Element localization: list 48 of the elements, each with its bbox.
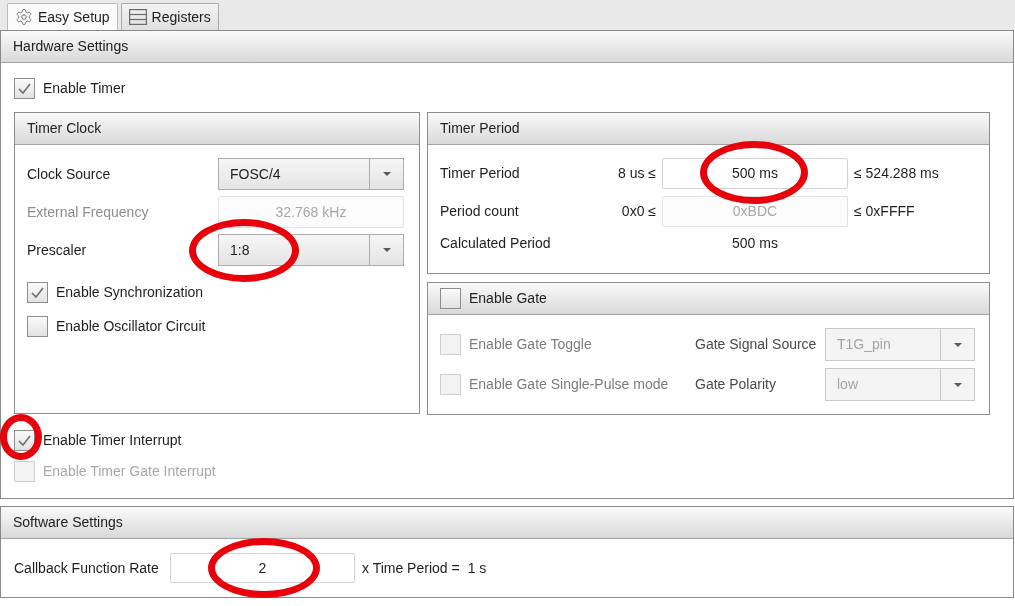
dropdown[interactable]: 1:8 [218,234,404,266]
checkbox-label: Enable Gate [469,289,547,308]
caret-icon [953,342,962,347]
checkmark-icon [31,287,44,298]
formula-text: x Time Period = [362,558,460,578]
checkbox-label: Enable Gate Toggle [469,335,592,354]
list-icon [128,9,147,25]
section-title: Software Settings [13,513,123,532]
checkbox-label: Enable Oscillator Circuit [56,317,206,336]
caret-icon [382,172,391,176]
range-min: 8 us ≤ [616,164,656,183]
checkmark-icon [18,83,31,94]
checkbox[interactable] [440,288,461,309]
tab[interactable]: Registers [120,3,219,30]
range-max: ≤ 0xFFFF [854,202,915,221]
field-label: Gate Signal Source [695,335,818,354]
gear-icon [15,8,33,26]
text-field[interactable]: 500 ms [662,158,848,189]
checkbox-label: Enable Timer [43,79,126,98]
field-label: Timer Period [440,164,521,183]
checkbox-label: Enable Timer Interrupt [43,431,182,450]
field-label: Calculated Period [440,234,552,253]
range-min: 0x0 ≤ [620,202,656,221]
caret-icon [382,248,391,252]
range-max: ≤ 524.288 ms [854,164,939,183]
checkbox-label: Enable Timer Gate Interrupt [43,462,216,481]
checkbox[interactable] [27,282,48,303]
field-label: Clock Source [27,164,112,184]
checkmark-icon [18,435,31,446]
field-label: Prescaler [27,240,88,260]
field-label: Period count [440,202,520,221]
field-label: Callback Function Rate [14,558,160,578]
tab[interactable]: Easy Setup [7,3,118,30]
section-title: Timer Period [440,119,520,138]
dropdown[interactable]: FOSC/4 [218,158,404,190]
section-title: Hardware Settings [13,37,129,56]
result-value: 1 s [467,558,487,578]
checkbox[interactable] [14,430,35,451]
section-title: Timer Clock [27,119,102,138]
checkbox-label: Enable Synchronization [56,283,204,302]
field-label: Gate Polarity [695,375,777,394]
checkbox[interactable] [14,78,35,99]
text-field[interactable]: 2 [170,553,355,583]
caret-icon [953,382,962,387]
checkbox[interactable] [27,316,48,337]
field-label: External Frequency [27,202,150,222]
checkbox-label: Enable Gate Single-Pulse mode [469,375,669,394]
calculated-value: 500 ms [731,234,779,253]
